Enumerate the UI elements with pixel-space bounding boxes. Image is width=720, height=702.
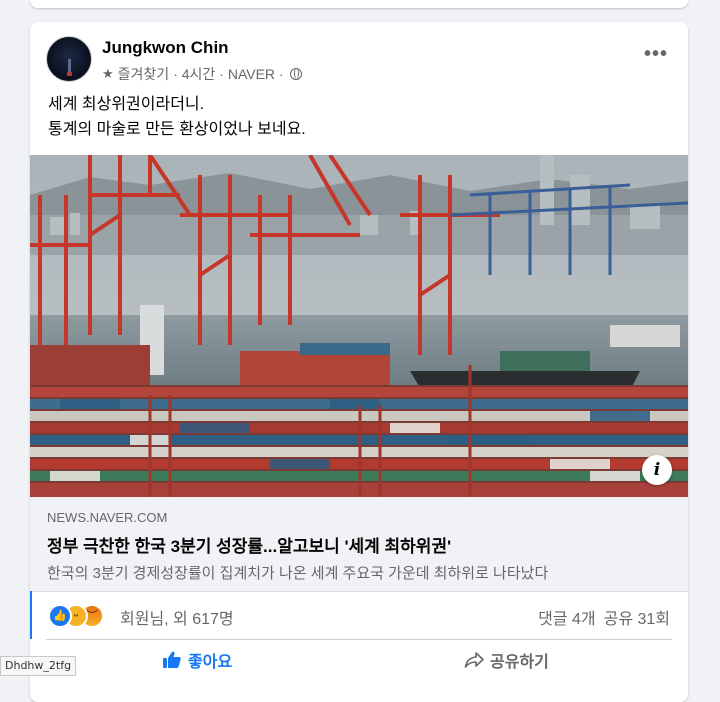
hover-tooltip: Dhdhw_2tfg bbox=[0, 656, 77, 676]
caption-line-2: 통계의 마술로 만든 환상이었나 보네요. bbox=[48, 121, 306, 138]
share-button[interactable]: 공유하기 bbox=[464, 648, 549, 672]
thumbs-up-icon bbox=[163, 651, 181, 668]
link-domain: NEWS.NAVER.COM bbox=[47, 510, 168, 525]
like-reaction-icon: 👍 bbox=[48, 604, 72, 628]
author-name[interactable]: Jungkwon Chin bbox=[102, 38, 229, 58]
link-title[interactable]: 정부 극찬한 한국 3분기 성장률...알고보니 '세계 최하위권' bbox=[47, 532, 451, 557]
port-container-photo bbox=[30, 155, 688, 497]
post-source: NAVER · bbox=[227, 66, 284, 82]
link-description: 한국의 3분기 경제성장률이 집계치가 나온 세계 주요국 가운데 최하위로 나… bbox=[47, 565, 549, 582]
engagement-counts: 댓글 4개 공유 31회 bbox=[538, 605, 670, 629]
link-preview[interactable]: NEWS.NAVER.COM 정부 극찬한 한국 3분기 성장률...알고보니 … bbox=[30, 497, 688, 592]
share-label: 공유하기 bbox=[490, 654, 549, 671]
post-header: Jungkwon Chin ★ 즐겨찾기 · 4시간 · NAVER · ••• bbox=[46, 34, 672, 84]
shares-count[interactable]: 공유 31회 bbox=[604, 605, 670, 629]
post-caption: 세계 최상위권이라더니. 통계의 마술로 만든 환상이었나 보네요. bbox=[48, 92, 672, 142]
reaction-summary[interactable]: 회원님, 외 617명 bbox=[120, 605, 234, 629]
feed-post: Jungkwon Chin ★ 즐겨찾기 · 4시간 · NAVER · •••… bbox=[30, 22, 688, 702]
reaction-icons[interactable]: 👍 ᵕ ︶ bbox=[48, 604, 108, 628]
avatar-tower-shape bbox=[68, 59, 71, 73]
reactions-bar: 👍 ᵕ ︶ 회원님, 외 617명 댓글 4개 공유 31회 bbox=[30, 591, 688, 639]
info-icon[interactable]: i bbox=[642, 455, 672, 485]
like-button[interactable]: 좋아요 bbox=[162, 648, 232, 672]
comments-count[interactable]: 댓글 4개 bbox=[538, 605, 596, 629]
avatar-light-shape bbox=[67, 72, 72, 76]
post-image[interactable]: i bbox=[30, 155, 688, 497]
star-icon: ★ bbox=[102, 66, 114, 81]
favorites-label: 즐겨찾기 bbox=[117, 66, 170, 82]
author-avatar[interactable] bbox=[46, 36, 92, 82]
like-label: 좋아요 bbox=[188, 654, 233, 671]
share-icon bbox=[464, 652, 484, 668]
previous-post-card bbox=[30, 0, 688, 8]
post-actions: 좋아요 공유하기 bbox=[30, 640, 688, 684]
caption-line-1: 세계 최상위권이라더니. bbox=[48, 96, 205, 113]
globe-icon bbox=[289, 68, 302, 80]
post-meta: ★ 즐겨찾기 · 4시간 · NAVER · bbox=[102, 64, 302, 84]
post-time[interactable]: · 4시간 · bbox=[173, 64, 224, 84]
more-options-icon[interactable]: ••• bbox=[644, 44, 668, 64]
